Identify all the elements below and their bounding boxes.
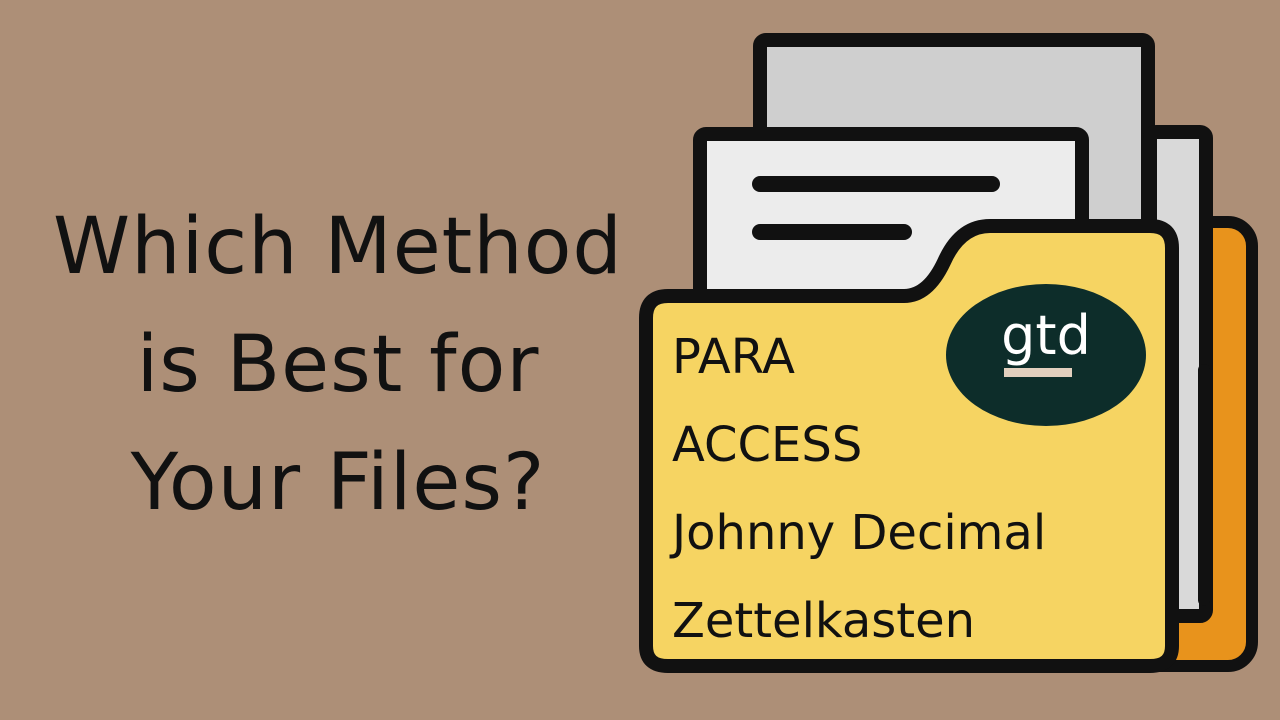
method-item-para: PARA xyxy=(672,329,795,385)
method-item-johnny-decimal: Johnny Decimal xyxy=(672,505,1047,561)
method-item-access: ACCESS xyxy=(672,417,863,473)
method-item-zettelkasten: Zettelkasten xyxy=(672,593,976,649)
method-list: PARA ACCESS Johnny Decimal Zettelkasten xyxy=(672,318,1152,670)
